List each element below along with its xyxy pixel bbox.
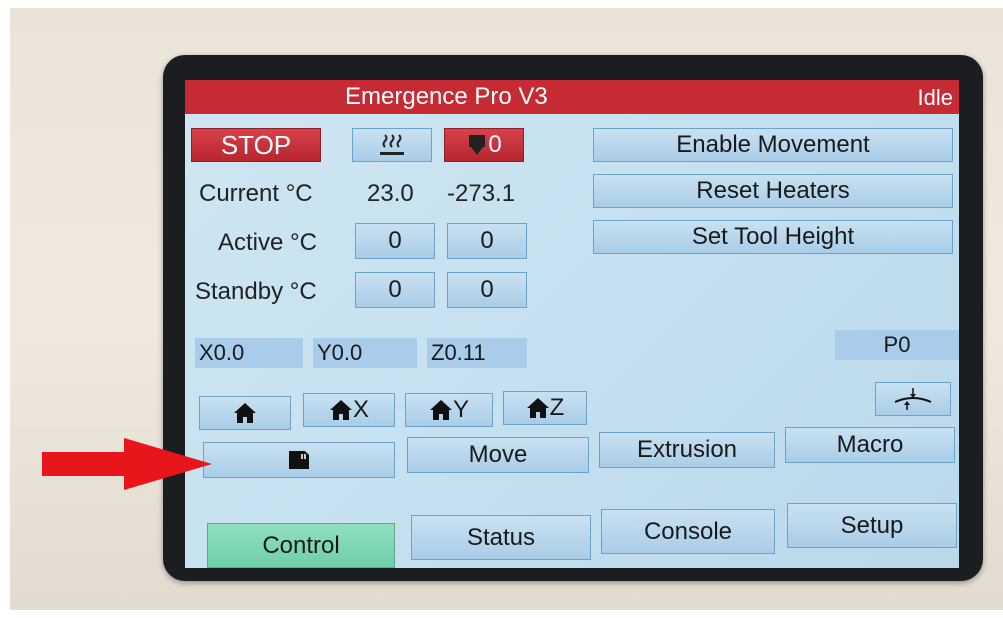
home-icon — [233, 402, 257, 424]
tab-setup[interactable]: Setup — [787, 503, 957, 548]
current-temp-label: Current °C — [199, 180, 313, 207]
home-x-button[interactable]: X — [303, 393, 395, 427]
sd-card-icon — [287, 449, 311, 471]
home-icon — [429, 399, 453, 421]
enable-movement-button[interactable]: Enable Movement — [593, 128, 953, 162]
home-y-button[interactable]: Y — [405, 393, 493, 427]
active-tool-temp-field[interactable]: 0 — [447, 223, 527, 259]
machine-title: Emergence Pro V3 — [345, 83, 548, 110]
tool-count: 0 — [488, 131, 502, 158]
bed-compensation-icon — [893, 386, 933, 412]
home-x-label: X — [352, 396, 369, 423]
tab-status[interactable]: Status — [411, 515, 591, 560]
extruder-icon — [466, 133, 488, 157]
standby-bed-temp-field[interactable]: 0 — [355, 272, 435, 308]
touch-screen: Emergence Pro V3 Idle STOP 0 Enable Move… — [185, 80, 959, 568]
reset-heaters-button[interactable]: Reset Heaters — [593, 174, 953, 208]
standby-temp-label: Standby °C — [195, 278, 317, 305]
active-temp-label: Active °C — [218, 229, 317, 256]
heater-icon — [377, 132, 407, 158]
current-tool-temp: -273.1 — [447, 180, 516, 207]
device-photo: Emergence Pro V3 Idle STOP 0 Enable Move… — [0, 0, 1003, 618]
move-button[interactable]: Move — [407, 437, 589, 473]
home-z-button[interactable]: Z — [503, 391, 587, 425]
bed-compensation-button[interactable] — [875, 382, 951, 416]
title-bar: Emergence Pro V3 Idle — [185, 80, 959, 114]
machine-status: Idle — [917, 85, 953, 110]
x-position: X0.0 — [195, 338, 303, 368]
set-tool-height-button[interactable]: Set Tool Height — [593, 220, 953, 254]
y-position: Y0.0 — [313, 338, 417, 368]
sd-card-button[interactable] — [203, 442, 395, 478]
home-y-label: Y — [452, 396, 469, 423]
current-bed-temp: 23.0 — [367, 180, 414, 207]
home-icon — [329, 399, 353, 421]
probe-value: P0 — [835, 330, 959, 360]
annotation-arrow-icon — [42, 438, 212, 490]
tab-console[interactable]: Console — [601, 509, 775, 554]
home-z-label: Z — [549, 394, 565, 421]
active-bed-temp-field[interactable]: 0 — [355, 223, 435, 259]
home-all-button[interactable] — [199, 396, 291, 430]
z-position: Z0.11 — [427, 338, 527, 368]
stop-button[interactable]: STOP — [191, 128, 321, 162]
bed-heater-button[interactable] — [352, 128, 432, 162]
tab-control[interactable]: Control — [207, 523, 395, 568]
macro-button[interactable]: Macro — [785, 427, 955, 463]
standby-tool-temp-field[interactable]: 0 — [447, 272, 527, 308]
home-icon — [526, 397, 550, 419]
tool-selector-button[interactable]: 0 — [444, 128, 524, 162]
extrusion-button[interactable]: Extrusion — [599, 432, 775, 468]
